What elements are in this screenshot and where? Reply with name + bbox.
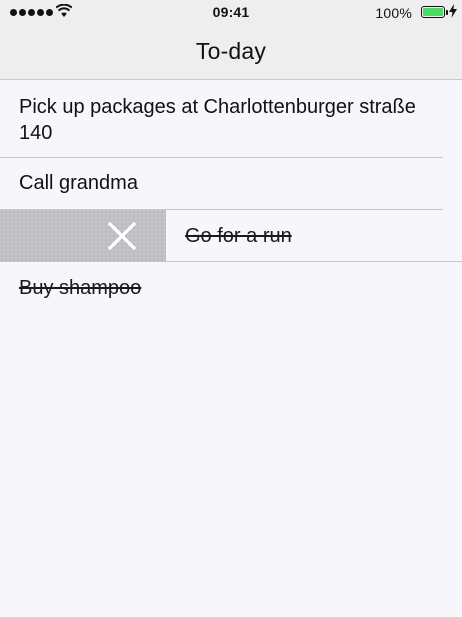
todo-item[interactable]: Call grandma: [0, 158, 462, 210]
page-title: To-day: [195, 38, 267, 64]
todo-text-completed: Go for a run: [185, 225, 292, 247]
battery-cap: [446, 10, 448, 15]
delete-action-button[interactable]: [0, 210, 166, 262]
todo-item[interactable]: Pick up packages at Charlottenburger str…: [0, 80, 462, 158]
todo-list: Pick up packages at Charlottenburger str…: [0, 80, 462, 314]
charging-bolt-icon: [449, 4, 457, 18]
header: 09:41 100% To-day: [0, 0, 462, 80]
todo-text-completed: Buy shampoo: [19, 277, 142, 299]
close-icon: [107, 221, 137, 251]
todo-text: Call grandma: [19, 172, 138, 194]
todo-item[interactable]: Buy shampoo: [0, 262, 462, 314]
status-bar: 09:41 100%: [0, 0, 462, 26]
todo-text: Pick up packages at Charlottenburger str…: [19, 96, 416, 144]
todo-item-content[interactable]: Go for a run: [166, 210, 462, 262]
todo-item-swiped[interactable]: Go for a run: [0, 210, 462, 262]
battery-percentage: 100%: [375, 5, 412, 21]
app-screen: 09:41 100% To-day Pick up packages at Ch…: [0, 0, 462, 617]
battery-icon: [421, 6, 445, 18]
